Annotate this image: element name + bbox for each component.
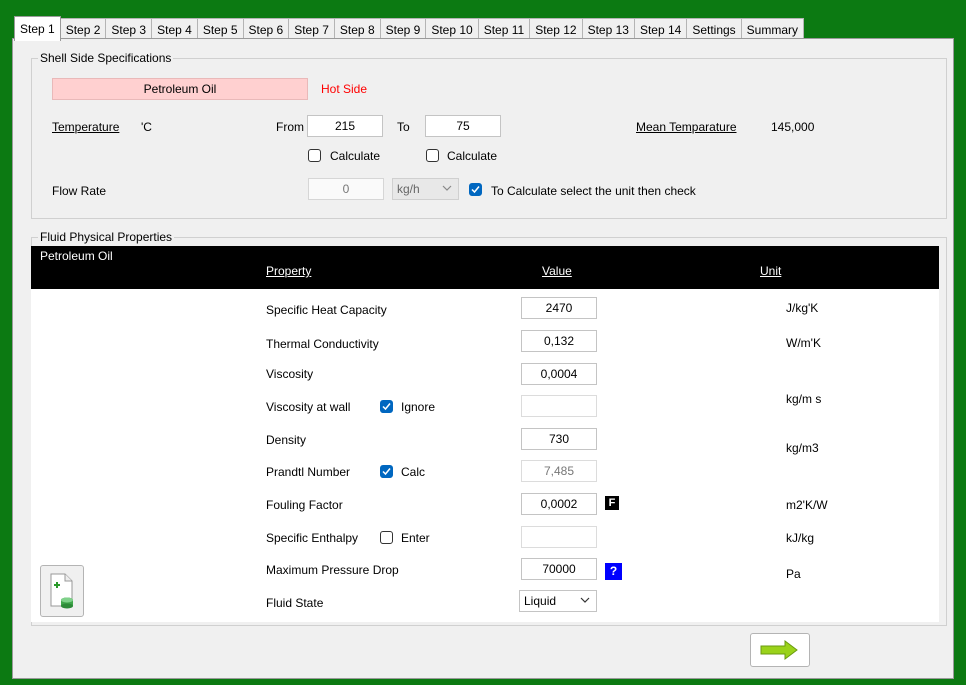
viscosity-wall-label: Viscosity at wall [266,400,351,414]
prandtl-calc-checkbox[interactable] [380,465,393,478]
fluid-state-label: Fluid State [266,596,324,610]
cp-label: Specific Heat Capacity [266,303,387,317]
enthalpy-enter-checkbox[interactable] [380,531,393,544]
ignore-label: Ignore [401,400,436,414]
viscosity-label: Viscosity [266,367,314,381]
tab-step-1[interactable]: Step 1 [14,16,61,41]
prandtl-calc-label: Calc [401,465,426,479]
hot-side-label: Hot Side [321,82,368,96]
viscosity-input[interactable]: 0,0004 [521,363,597,385]
flow-calculate-checkbox[interactable] [469,183,482,196]
check-icon [382,403,391,411]
add-database-button[interactable] [40,565,84,617]
k-input[interactable]: 0,132 [521,330,597,352]
k-unit: W/m'K [786,336,821,350]
density-label: Density [266,433,307,447]
fluid-state-value: Liquid [524,594,557,608]
prandtl-label: Prandtl Number [266,465,351,479]
fluid-state-select[interactable]: Liquid [519,590,597,612]
calculate-from-checkbox[interactable] [308,149,321,162]
flow-unit-select[interactable]: kg/h [392,178,459,200]
add-document-icon [50,573,73,609]
from-label: From [276,120,304,134]
chevron-down-icon [442,185,452,191]
from-temperature-input[interactable]: 215 [307,115,383,137]
temperature-link[interactable]: Temperature [52,120,119,134]
cp-input[interactable]: 2470 [521,297,597,319]
fouling-input[interactable]: 0,0002 [521,493,597,515]
density-unit: kg/m3 [786,441,819,455]
chevron-down-icon [580,597,590,603]
fluid-name-button[interactable]: Petroleum Oil [52,78,308,100]
properties-fluid-name: Petroleum Oil [40,249,113,263]
fouling-badge-text: F [608,497,616,509]
shell-side-legend: Shell Side Specifications [40,51,172,65]
calculate-from-label: Calculate [330,149,381,163]
check-icon [471,186,480,194]
viscosity-unit: kg/m s [786,392,822,406]
fluid-name-label: Petroleum Oil [143,82,217,96]
viscosity-wall-input[interactable] [521,395,597,417]
unit-column-header: Unit [760,264,782,278]
fouling-table-button[interactable]: F [605,496,619,510]
pressure-drop-label: Maximum Pressure Drop [266,563,399,577]
enthalpy-unit: kJ/kg [786,531,815,545]
fluid-properties-legend: Fluid Physical Properties [40,230,173,244]
mean-temperature-link[interactable]: Mean Temparature [636,120,737,134]
density-input[interactable]: 730 [521,428,597,450]
help-button[interactable]: ? [605,563,622,580]
to-label: To [397,120,410,134]
k-label: Thermal Conductivity [266,337,379,351]
arrow-right-icon [760,640,798,660]
tab-strip: Step 1 Step 2 Step 3 Step 4 Step 5 Step 6 Step… [14,16,805,41]
calculate-to-label: Calculate [447,149,498,163]
prandtl-input[interactable]: 7,485 [521,460,597,482]
temperature-unit: 'C [141,120,152,134]
value-column-header: Value [542,264,572,278]
properties-header-bar: Petroleum Oil Property Value Unit [31,246,939,289]
help-badge-text: ? [609,564,618,578]
enthalpy-label: Specific Enthalpy [266,531,359,545]
property-column-header: Property [266,264,312,278]
pressure-drop-input[interactable]: 70000 [521,558,597,580]
flow-unit-value: kg/h [397,182,420,196]
calculate-to-checkbox[interactable] [426,149,439,162]
mean-temperature-value: 145,000 [771,120,815,134]
cp-unit: J/kg'K [786,301,819,315]
pressure-drop-unit: Pa [786,567,801,581]
flow-rate-label: Flow Rate [52,184,107,198]
flow-rate-input[interactable]: 0 [308,178,384,200]
enthalpy-input[interactable] [521,526,597,548]
fouling-label: Fouling Factor [266,498,343,512]
fouling-unit: m2'K/W [786,498,828,512]
check-icon [382,468,391,476]
to-temperature-input[interactable]: 75 [425,115,501,137]
next-step-button[interactable] [750,633,810,667]
enthalpy-enter-label: Enter [401,531,430,545]
ignore-checkbox[interactable] [380,400,393,413]
flow-hint-label: To Calculate select the unit then check [491,184,696,198]
